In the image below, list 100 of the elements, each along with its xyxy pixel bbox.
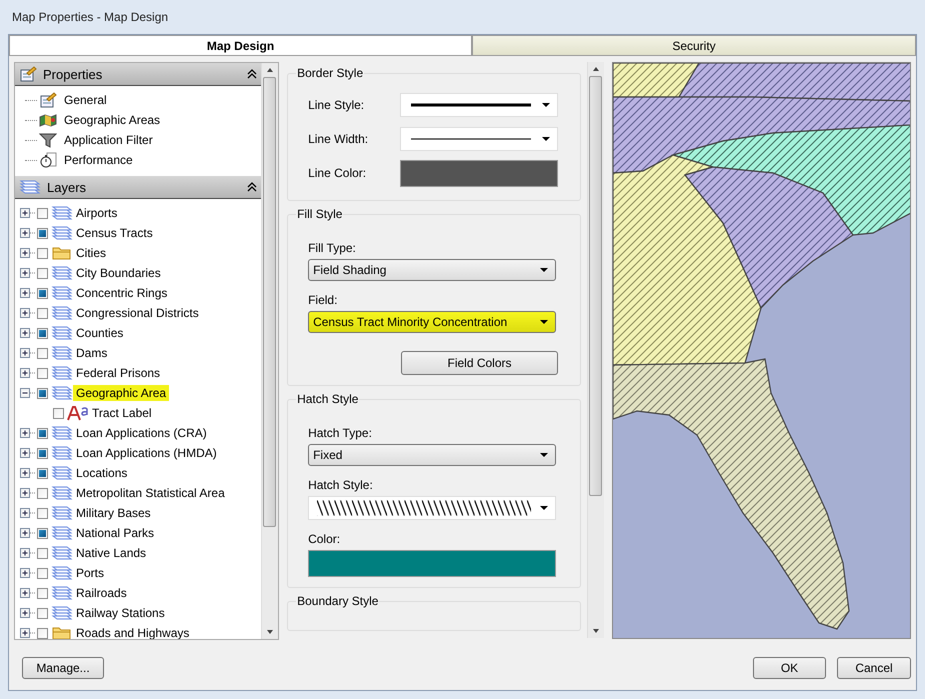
cancel-button[interactable]: Cancel [837, 656, 911, 678]
checkbox[interactable] [37, 508, 48, 518]
ok-button[interactable]: OK [753, 656, 826, 678]
layer-item[interactable]: Dams [73, 345, 110, 361]
collapse-icon[interactable] [247, 182, 258, 192]
dropdown-caret-icon[interactable] [539, 505, 550, 511]
color-swatch[interactable] [400, 160, 558, 186]
expand-toggle[interactable] [19, 208, 35, 218]
checkbox[interactable] [37, 328, 48, 338]
tab[interactable]: Map Design [9, 35, 472, 55]
layer-item[interactable]: Congressional Districts [73, 305, 202, 321]
panel-header[interactable]: Properties [15, 63, 262, 86]
dropdown-caret-icon[interactable] [539, 267, 550, 273]
expand-toggle[interactable] [19, 248, 35, 258]
layer-item[interactable]: Geographic Area [73, 385, 170, 401]
line-style-dropdown[interactable] [400, 93, 558, 117]
checkbox[interactable] [37, 488, 48, 498]
expand-toggle[interactable] [19, 548, 35, 558]
dropdown-caret-icon[interactable] [541, 102, 552, 108]
field-colors-button[interactable]: Field Colors [401, 351, 558, 375]
checkbox[interactable] [37, 428, 48, 438]
expand-toggle[interactable] [19, 328, 35, 338]
expand-toggle[interactable] [19, 228, 35, 238]
dropdown-caret-icon[interactable] [539, 452, 550, 458]
expand-toggle[interactable] [19, 588, 35, 598]
checkbox[interactable] [37, 568, 48, 578]
checkbox[interactable] [37, 368, 48, 378]
layer-item[interactable]: Railroads [73, 585, 130, 601]
dropdown-caret-icon[interactable] [541, 136, 552, 142]
checkbox[interactable] [37, 628, 48, 638]
tab[interactable]: Security [472, 35, 916, 55]
properties-item[interactable]: General [61, 92, 110, 108]
layer-item[interactable]: Tract Label [89, 405, 155, 421]
layer-item[interactable]: Concentric Rings [73, 285, 170, 301]
expand-toggle[interactable] [19, 448, 35, 458]
dropdown[interactable]: Census Tract Minority Concentration [308, 311, 556, 333]
expand-toggle[interactable] [19, 628, 35, 638]
expand-toggle[interactable] [19, 288, 35, 298]
expand-toggle[interactable] [19, 508, 35, 518]
collapse-toggle[interactable] [19, 388, 35, 398]
checkbox[interactable] [37, 608, 48, 618]
expand-toggle[interactable] [19, 608, 35, 618]
layer-item[interactable]: Ports [73, 565, 108, 581]
checkbox[interactable] [37, 448, 48, 458]
manage-button[interactable]: Manage... [22, 656, 104, 678]
properties-item[interactable]: Application Filter [61, 132, 156, 148]
collapse-icon[interactable] [247, 69, 258, 79]
checkbox[interactable] [37, 548, 48, 558]
color-swatch[interactable] [308, 550, 556, 577]
layer-item[interactable]: Native Lands [73, 545, 150, 561]
layer-item[interactable]: Loan Applications (CRA) [73, 425, 210, 441]
layer-item[interactable]: National Parks [73, 525, 158, 541]
text-label-icon [67, 405, 89, 421]
layer-item[interactable]: Federal Prisons [73, 365, 164, 381]
layers-icon [51, 425, 73, 441]
expand-toggle[interactable] [19, 368, 35, 378]
group-title: Hatch Style [296, 392, 360, 406]
layer-item[interactable]: Locations [73, 465, 130, 481]
expand-toggle[interactable] [19, 468, 35, 478]
expand-toggle[interactable] [19, 568, 35, 578]
folder-icon [51, 625, 73, 639]
checkbox[interactable] [37, 588, 48, 598]
checkbox[interactable] [37, 208, 48, 218]
checkbox[interactable] [37, 248, 48, 258]
checkbox[interactable] [37, 388, 48, 398]
group-title: Border Style [296, 66, 364, 80]
layer-item[interactable]: Cities [73, 245, 110, 261]
layer-item[interactable]: Metropolitan Statistical Area [73, 485, 228, 501]
line-width-dropdown[interactable] [400, 127, 558, 151]
layer-item[interactable]: Railway Stations [73, 605, 168, 621]
checkbox[interactable] [37, 468, 48, 478]
expand-toggle[interactable] [19, 348, 35, 358]
checkbox[interactable] [37, 528, 48, 538]
layer-item[interactable]: Census Tracts [73, 225, 156, 241]
hatch-style-dropdown[interactable] [308, 496, 556, 520]
properties-item[interactable]: Performance [61, 152, 136, 168]
expand-toggle[interactable] [19, 428, 35, 438]
layer-item[interactable]: Military Bases [73, 505, 154, 521]
layer-item[interactable]: Counties [73, 325, 126, 341]
checkbox[interactable] [53, 408, 64, 418]
scrollbar[interactable] [261, 63, 278, 639]
checkbox[interactable] [37, 288, 48, 298]
checkbox[interactable] [37, 268, 48, 278]
dropdown-caret-icon[interactable] [539, 319, 550, 325]
expand-toggle[interactable] [19, 308, 35, 318]
expand-toggle[interactable] [19, 268, 35, 278]
checkbox[interactable] [37, 348, 48, 358]
dropdown[interactable]: Fixed [308, 444, 556, 466]
layer-item[interactable]: Airports [73, 205, 120, 221]
expand-toggle[interactable] [19, 528, 35, 538]
checkbox[interactable] [37, 228, 48, 238]
layer-item[interactable]: City Boundaries [73, 265, 164, 281]
checkbox[interactable] [37, 308, 48, 318]
properties-item[interactable]: Geographic Areas [61, 112, 164, 128]
layer-item[interactable]: Loan Applications (HMDA) [73, 445, 220, 461]
expand-toggle[interactable] [19, 488, 35, 498]
dropdown[interactable]: Field Shading [308, 259, 556, 281]
panel-header[interactable]: Layers [15, 176, 262, 199]
scrollbar[interactable] [587, 62, 604, 638]
stopwatch-icon [39, 152, 57, 168]
